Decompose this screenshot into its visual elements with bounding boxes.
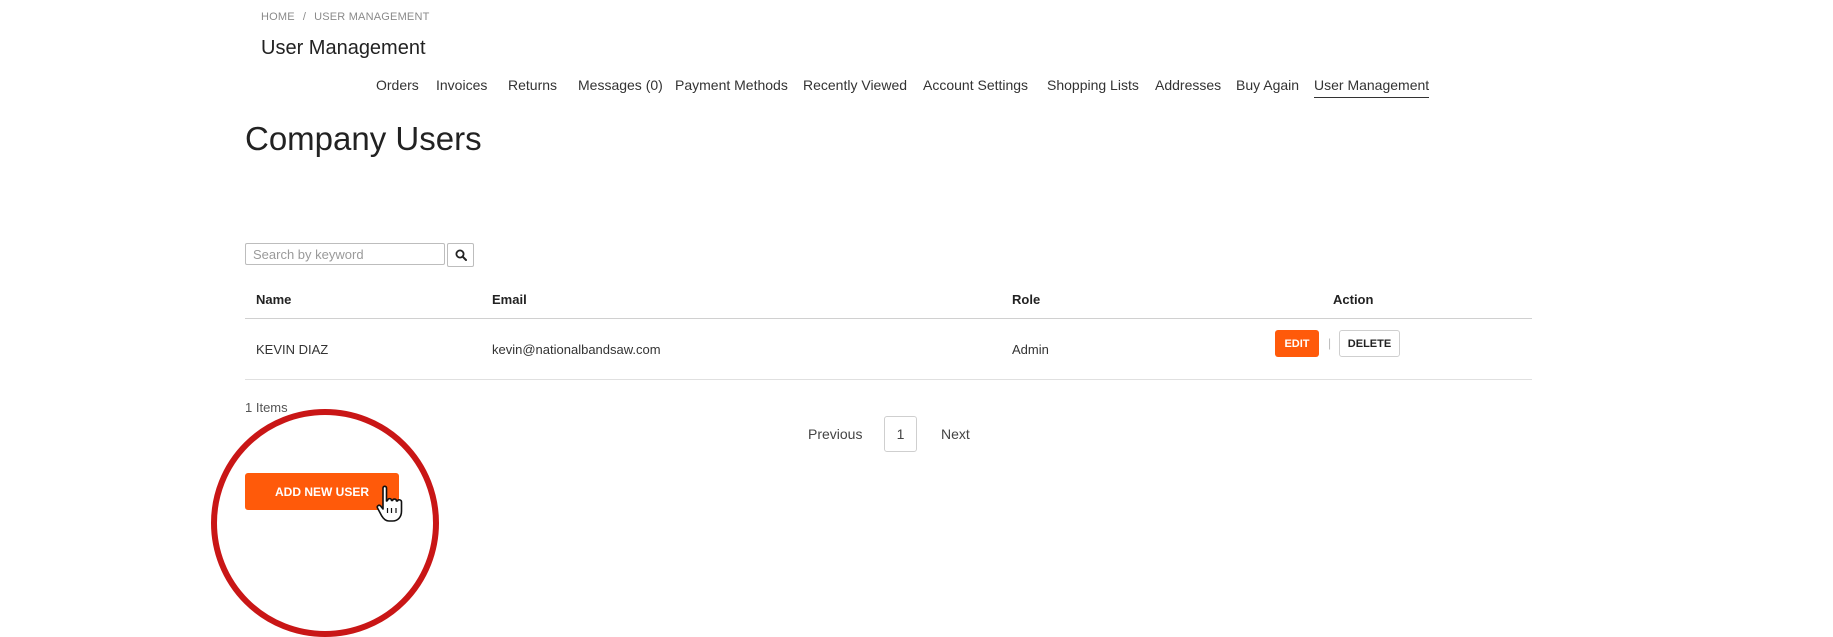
tab-account-settings[interactable]: Account Settings bbox=[923, 77, 1028, 97]
add-new-user-button[interactable]: ADD NEW USER bbox=[245, 473, 399, 510]
breadcrumb-separator: / bbox=[302, 11, 307, 23]
tab-buy-again[interactable]: Buy Again bbox=[1236, 77, 1299, 97]
user-role-cell: Admin bbox=[1012, 342, 1049, 357]
pagination-next-button[interactable]: Next bbox=[941, 426, 970, 442]
column-header-email: Email bbox=[492, 292, 527, 307]
pagination-previous-button[interactable]: Previous bbox=[808, 426, 862, 442]
tab-user-management[interactable]: User Management bbox=[1314, 77, 1430, 98]
tab-shopping-lists[interactable]: Shopping Lists bbox=[1047, 77, 1139, 97]
tab-addresses[interactable]: Addresses bbox=[1155, 77, 1221, 97]
search-icon bbox=[455, 249, 467, 261]
column-header-role: Role bbox=[1012, 292, 1041, 307]
items-count: 1 Items bbox=[245, 400, 288, 415]
column-header-action: Action bbox=[1333, 292, 1374, 307]
table-header-divider bbox=[245, 318, 1532, 319]
tab-returns[interactable]: Returns bbox=[508, 77, 557, 97]
tab-invoices[interactable]: Invoices bbox=[436, 77, 487, 97]
highlight-circle-annotation bbox=[211, 409, 439, 637]
search-input[interactable] bbox=[245, 243, 445, 265]
breadcrumb: HOME / USER MANAGEMENT bbox=[261, 11, 430, 23]
column-header-name: Name bbox=[256, 292, 292, 307]
pagination-page-button[interactable]: 1 bbox=[884, 416, 917, 452]
action-separator: | bbox=[1328, 336, 1332, 350]
tab-recently-viewed[interactable]: Recently Viewed bbox=[803, 77, 907, 97]
tab-payment-methods[interactable]: Payment Methods bbox=[675, 77, 788, 97]
table-row-divider bbox=[245, 379, 1532, 380]
breadcrumb-home[interactable]: HOME bbox=[261, 11, 295, 23]
breadcrumb-current: USER MANAGEMENT bbox=[314, 11, 430, 23]
user-email-cell: kevin@nationalbandsaw.com bbox=[492, 342, 661, 357]
edit-button[interactable]: EDIT bbox=[1275, 330, 1319, 357]
tab-messages[interactable]: Messages (0) bbox=[578, 77, 663, 97]
tab-orders[interactable]: Orders bbox=[376, 77, 419, 97]
search-button[interactable] bbox=[447, 243, 474, 267]
delete-button[interactable]: DELETE bbox=[1339, 330, 1400, 357]
page-title: User Management bbox=[261, 37, 426, 59]
user-name-cell: KEVIN DIAZ bbox=[256, 342, 329, 357]
account-tabs: Orders Invoices Returns Messages (0) Pay… bbox=[0, 77, 1833, 101]
company-users-heading: Company Users bbox=[245, 120, 482, 157]
